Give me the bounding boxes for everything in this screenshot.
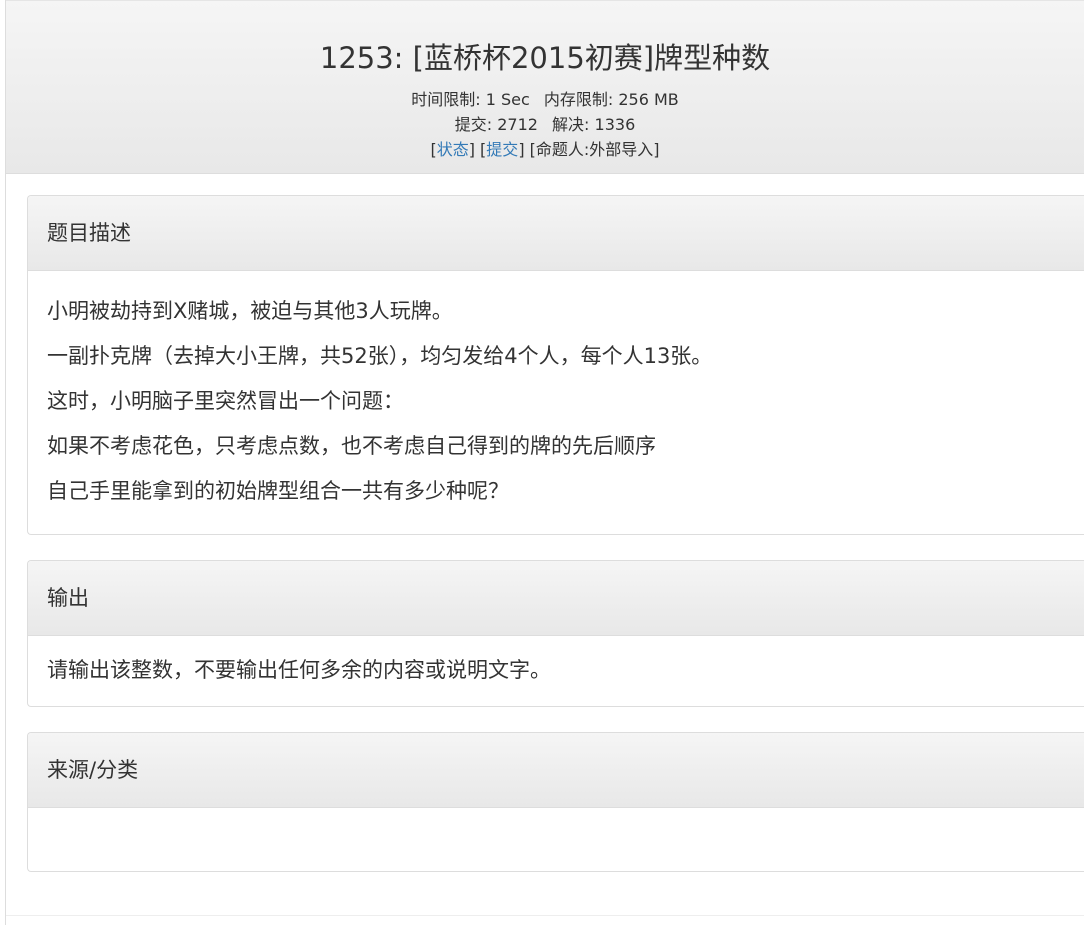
submit-count-label: 提交:	[454, 115, 493, 134]
source-heading: 来源/分类	[28, 733, 1084, 808]
stats-row: 提交: 2712 解决: 1336	[6, 112, 1084, 137]
problem-header: 1253: [蓝桥杯2015初赛]牌型种数 时间限制: 1 Sec 内存限制: …	[6, 0, 1084, 174]
memory-limit-value: 256 MB	[618, 90, 679, 109]
description-line: 如果不考虑花色，只考虑点数，也不考虑自己得到的牌的先后顺序	[47, 434, 656, 458]
description-line: 小明被劫持到X赌城，被迫与其他3人玩牌。	[47, 299, 453, 323]
description-heading: 题目描述	[28, 196, 1084, 271]
time-limit-value: 1 Sec	[485, 90, 530, 109]
solved-count-label: 解决:	[552, 115, 590, 134]
description-panel: 题目描述 小明被劫持到X赌城，被迫与其他3人玩牌。 一副扑克牌（去掉大小王牌，共…	[27, 195, 1084, 535]
output-body: 请输出该整数，不要输出任何多余的内容或说明文字。	[28, 636, 1084, 693]
links-row: [状态] [提交] [命题人:外部导入]	[430, 140, 660, 159]
limits-row: 时间限制: 1 Sec 内存限制: 256 MB	[6, 87, 1084, 112]
submit-link[interactable]: 提交	[486, 140, 518, 159]
memory-limit-label: 内存限制:	[543, 90, 614, 109]
source-body	[28, 808, 1084, 826]
time-limit-label: 时间限制:	[411, 90, 481, 109]
description-line: 自己手里能拿到的初始牌型组合一共有多少种呢？	[47, 479, 509, 503]
output-text: 请输出该整数，不要输出任何多余的内容或说明文字。	[47, 658, 551, 682]
problem-title: 1253: [蓝桥杯2015初赛]牌型种数	[319, 41, 771, 75]
problem-meta: 时间限制: 1 Sec 内存限制: 256 MB 提交: 2712 解决: 13…	[6, 87, 1084, 162]
output-panel: 输出 请输出该整数，不要输出任何多余的内容或说明文字。	[27, 560, 1084, 707]
description-line: 这时，小明脑子里突然冒出一个问题：	[47, 389, 404, 413]
description-line: 一副扑克牌（去掉大小王牌，共52张），均匀发给4个人，每个人13张。	[47, 344, 713, 368]
footer-divider	[6, 915, 1084, 916]
output-heading: 输出	[28, 561, 1084, 636]
source-panel: 来源/分类	[27, 732, 1084, 872]
submit-count: 2712	[497, 115, 538, 134]
page-container: 1253: [蓝桥杯2015初赛]牌型种数 时间限制: 1 Sec 内存限制: …	[5, 0, 1084, 925]
solved-count: 1336	[594, 115, 636, 134]
author-label: 命题人:外部导入	[535, 140, 654, 159]
status-link[interactable]: 状态	[437, 140, 469, 159]
description-body: 小明被劫持到X赌城，被迫与其他3人玩牌。 一副扑克牌（去掉大小王牌，共52张），…	[28, 271, 1084, 514]
